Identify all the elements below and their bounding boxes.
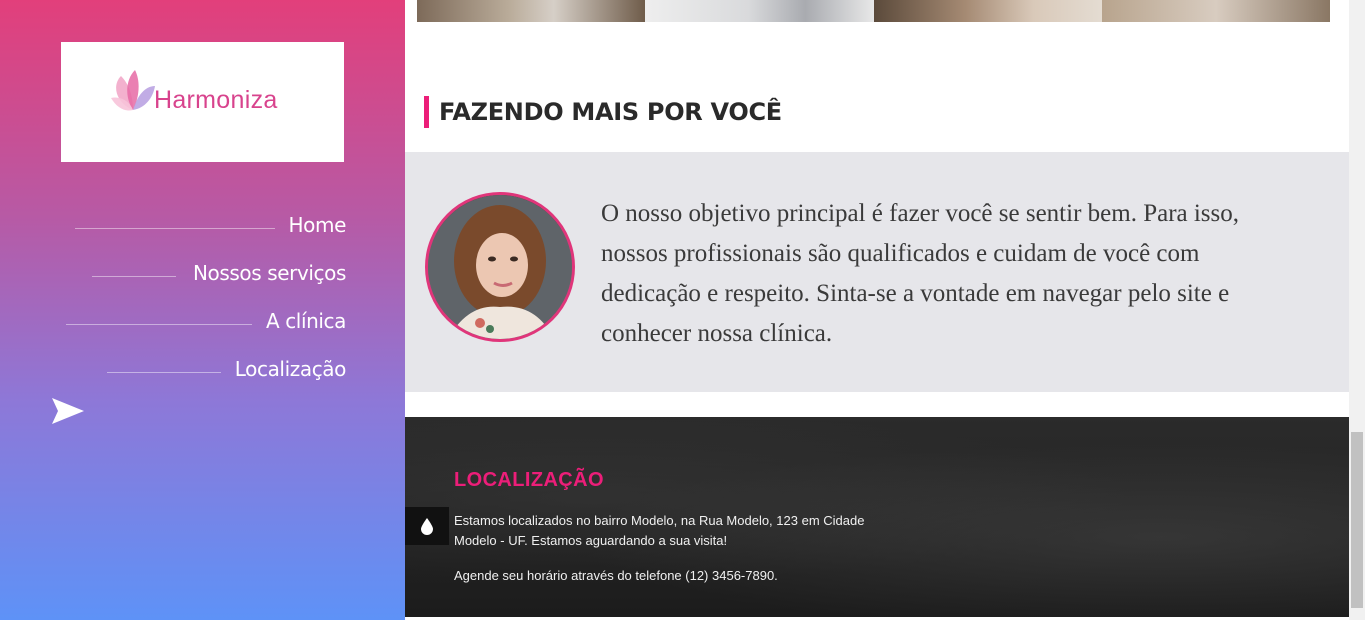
nav-item-servicos[interactable]: Nossos serviços xyxy=(0,258,405,306)
section-title: FAZENDO MAIS POR VOCÊ xyxy=(424,96,782,128)
nav-divider xyxy=(66,324,252,325)
gallery-strip xyxy=(417,0,1330,22)
footer-title: LOCALIZAÇÃO xyxy=(454,469,604,491)
location-footer: LOCALIZAÇÃO Estamos localizados no bairr… xyxy=(405,417,1349,617)
address-text: Estamos localizados no bairro Modelo, na… xyxy=(454,513,865,548)
drop-icon-box xyxy=(405,507,449,545)
nav-item-label[interactable]: Localização xyxy=(235,357,347,381)
nav-item-clinica[interactable]: A clínica xyxy=(0,306,405,354)
nav-item-label[interactable]: Home xyxy=(289,213,347,237)
gallery-image[interactable] xyxy=(417,0,646,22)
scrollbar-thumb[interactable] xyxy=(1351,432,1363,608)
avatar xyxy=(425,192,575,342)
phone-text: Agende seu horário através do telefone (… xyxy=(454,568,778,583)
gallery-image[interactable] xyxy=(1101,0,1330,22)
nav-divider xyxy=(92,276,176,277)
about-section: O nosso objetivo principal é fazer você … xyxy=(405,152,1349,392)
nav-item-home[interactable]: Home xyxy=(0,210,405,258)
logo-text: Harmoniza xyxy=(154,86,278,114)
scrollbar[interactable] xyxy=(1349,0,1365,620)
gallery-image[interactable] xyxy=(645,0,874,22)
drop-icon xyxy=(421,518,433,535)
sidebar: Harmoniza Home Nossos serviços A clínica… xyxy=(0,0,405,620)
gallery-image[interactable] xyxy=(873,0,1102,22)
logo[interactable]: Harmoniza xyxy=(61,42,344,162)
nav-divider xyxy=(107,372,221,373)
nav-item-label[interactable]: A clínica xyxy=(266,309,346,333)
send-icon[interactable] xyxy=(50,396,86,426)
nav-item-label[interactable]: Nossos serviços xyxy=(193,261,346,285)
nav-item-localizacao[interactable]: Localização xyxy=(0,354,405,402)
portrait-image xyxy=(428,195,572,339)
butterfly-logo-icon xyxy=(111,70,155,111)
nav-divider xyxy=(75,228,275,229)
main-nav: Home Nossos serviços A clínica Localizaç… xyxy=(0,210,405,402)
about-text: O nosso objetivo principal é fazer você … xyxy=(601,200,1240,347)
